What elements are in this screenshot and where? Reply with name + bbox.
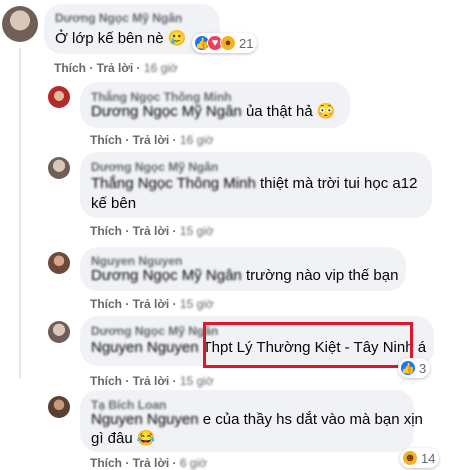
comment-text-line2: gì đâu 😂 — [91, 430, 156, 447]
avatar[interactable] — [48, 157, 70, 179]
avatar[interactable] — [48, 321, 70, 343]
like-link[interactable]: Thích — [90, 374, 122, 388]
comment-body: ủa thật hả 😳 — [245, 103, 336, 120]
like-link[interactable]: Thích — [54, 61, 86, 75]
avatar[interactable] — [48, 86, 70, 108]
comment-body: e của thầy hs dắt vào mà bạn xịn — [202, 411, 423, 428]
comment-body: trường nào vip thế bạn — [245, 267, 399, 284]
reply-link[interactable]: Trả lời — [133, 297, 170, 311]
comment-actions: Thích · Trả lời · 6 giờ — [90, 456, 208, 470]
reply-link[interactable]: Trả lời — [97, 61, 134, 75]
reply-link[interactable]: Trả lời — [133, 456, 170, 470]
reaction-summary[interactable]: ☻ 14 — [400, 448, 440, 468]
comment-author[interactable]: Dương Ngọc Mỹ Ngân — [91, 160, 218, 174]
mention-link[interactable]: Nguyen Nguyen — [91, 411, 199, 428]
reaction-summary[interactable]: 👍 ♥ ● 21 — [192, 33, 258, 53]
comment-body: thiệt mà trời tui học a12 — [260, 175, 418, 192]
comment-time[interactable]: 16 giờ — [144, 61, 178, 75]
comment-actions: Thích · Trả lời · 16 giờ — [54, 61, 178, 75]
like-link[interactable]: Thích — [90, 456, 122, 470]
comment-text: Ở lớp kế bên nè 🥲 — [55, 30, 187, 47]
comment-time[interactable]: 15 giờ — [180, 224, 214, 238]
wow-icon: ● — [220, 35, 236, 51]
like-icon: 👍 — [400, 360, 416, 376]
mention-link[interactable]: Dương Ngọc Mỹ Ngân — [91, 267, 242, 284]
comment-time[interactable]: 15 giờ — [180, 374, 214, 388]
comment-actions: Thích · Trả lời · 16 giờ — [90, 133, 214, 147]
reply-link[interactable]: Trả lời — [133, 374, 170, 388]
mention-link[interactable]: Dương Ngọc Mỹ Ngân — [91, 103, 242, 120]
highlight-box — [203, 322, 413, 368]
comment-time[interactable]: 16 giờ — [180, 133, 214, 147]
avatar[interactable] — [2, 6, 38, 42]
comment-text: Dương Ngọc Mỹ Ngân trường nào vip thế bạ… — [91, 266, 398, 286]
comment-actions: Thích · Trả lời · 15 giờ — [90, 374, 214, 388]
reaction-count: 21 — [239, 35, 254, 51]
reaction-summary[interactable]: 👍 3 — [398, 358, 431, 378]
haha-icon: ☻ — [402, 450, 418, 466]
comment-author[interactable]: Dương Ngọc Mỹ Ngân — [91, 324, 218, 338]
reaction-count: 3 — [419, 360, 427, 376]
reaction-count: 14 — [421, 450, 436, 466]
comment-text: Nguyen Nguyen e của thầy hs dắt vào mà b… — [91, 410, 423, 430]
mention-link[interactable]: Nguyen Nguyen — [91, 339, 199, 356]
comment-time[interactable]: 6 giờ — [180, 456, 207, 470]
reply-link[interactable]: Trả lời — [133, 224, 170, 238]
reply-link[interactable]: Trả lời — [133, 133, 170, 147]
mention-link[interactable]: Thắng Ngọc Thông Minh — [91, 175, 256, 192]
like-link[interactable]: Thích — [90, 297, 122, 311]
like-link[interactable]: Thích — [90, 224, 122, 238]
comment-text: Thắng Ngọc Thông Minh thiệt mà trời tui … — [91, 174, 417, 194]
thread-line — [19, 48, 21, 378]
avatar[interactable] — [48, 396, 70, 418]
comment-time[interactable]: 15 giờ — [180, 297, 214, 311]
like-link[interactable]: Thích — [90, 133, 122, 147]
comment-text-line2: kế bên — [91, 195, 137, 212]
comment-actions: Thích · Trả lời · 15 giờ — [90, 297, 214, 311]
comment-author[interactable]: Dương Ngọc Mỹ Ngân — [55, 11, 182, 25]
comment-actions: Thích · Trả lời · 15 giờ — [90, 224, 214, 238]
comment-text: Dương Ngọc Mỹ Ngân ủa thật hả 😳 — [91, 102, 336, 122]
avatar[interactable] — [48, 252, 70, 274]
